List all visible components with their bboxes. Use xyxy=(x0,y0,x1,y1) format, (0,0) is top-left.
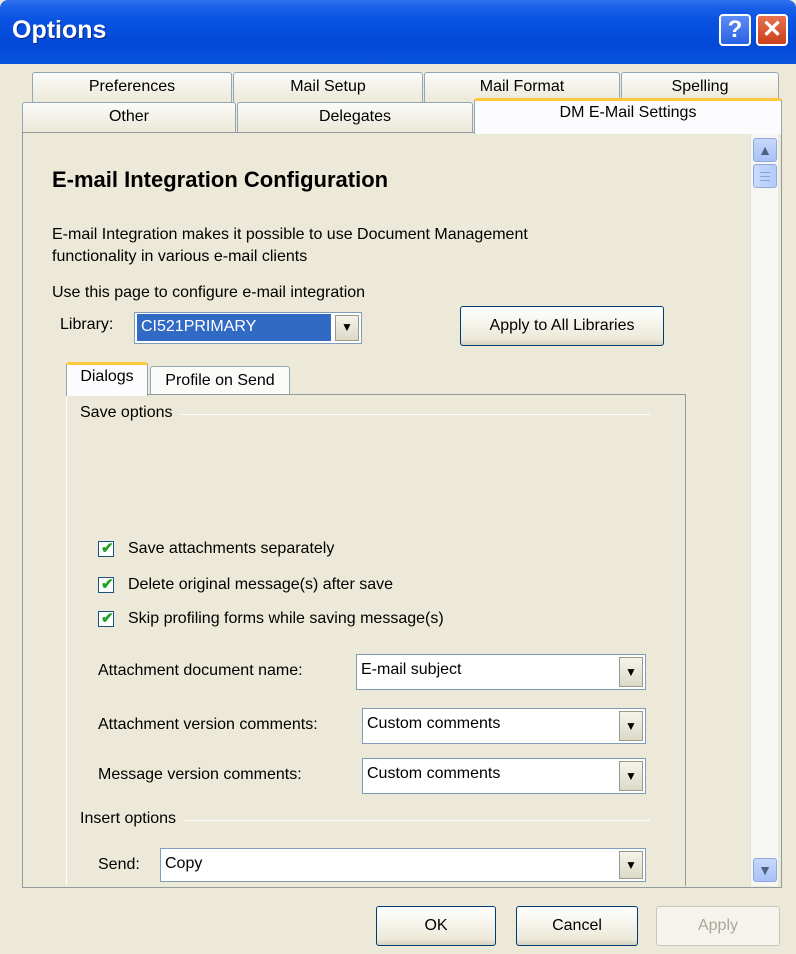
apply-to-all-libraries-button[interactable]: Apply to All Libraries xyxy=(460,306,664,346)
chevron-down-icon[interactable]: ▼ xyxy=(619,761,643,791)
close-button[interactable]: ✕ xyxy=(756,14,788,46)
window-title: Options xyxy=(12,16,107,44)
attachment-document-name-value: E-mail subject xyxy=(361,661,462,678)
attachment-document-name-label: Attachment document name: xyxy=(98,662,303,679)
ok-button[interactable]: OK xyxy=(376,906,496,946)
apply-button: Apply xyxy=(656,906,780,946)
scroll-thumb[interactable] xyxy=(753,164,777,188)
chevron-down-icon[interactable]: ▼ xyxy=(335,315,359,341)
library-value: CI521PRIMARY xyxy=(137,314,331,341)
attachment-version-comments-dropdown[interactable]: Custom comments ▼ xyxy=(362,708,646,744)
tab-delegates[interactable]: Delegates xyxy=(237,102,473,132)
instruction-text: Use this page to configure e-mail integr… xyxy=(52,284,366,301)
vertical-scrollbar[interactable]: ▲ ▼ xyxy=(750,134,778,886)
help-button[interactable]: ? xyxy=(719,14,751,46)
chevron-down-icon[interactable]: ▼ xyxy=(619,851,643,879)
tab-preferences[interactable]: Preferences xyxy=(32,72,232,102)
insert-options-label: Insert options xyxy=(80,810,185,828)
chevron-down-icon[interactable]: ▼ xyxy=(619,711,643,741)
send-label: Send: xyxy=(98,856,140,873)
checkbox[interactable]: ✔ xyxy=(98,576,114,593)
attachment-version-comments-value: Custom comments xyxy=(367,715,501,732)
check-icon: ✔ xyxy=(101,610,114,627)
attachment-document-name-dropdown[interactable]: E-mail subject ▼ xyxy=(356,654,646,690)
checkbox[interactable]: ✔ xyxy=(98,540,114,557)
tab-dm-email-settings[interactable]: DM E-Mail Settings xyxy=(474,98,782,134)
title-bar: Options ? ✕ xyxy=(0,0,796,64)
grip-icon xyxy=(760,172,770,181)
message-version-comments-label: Message version comments: xyxy=(98,766,302,783)
library-label: Library: xyxy=(60,316,114,333)
check-icon: ✔ xyxy=(101,540,114,557)
scroll-up-icon[interactable]: ▲ xyxy=(753,138,777,162)
description-line-1: E-mail Integration makes it possible to … xyxy=(52,226,528,243)
tab-mail-setup[interactable]: Mail Setup xyxy=(233,72,423,102)
save-options-label: Save options xyxy=(80,404,181,422)
tab-other[interactable]: Other xyxy=(22,102,236,132)
chevron-down-icon[interactable]: ▼ xyxy=(619,657,643,687)
checkbox-label: Skip profiling forms while saving messag… xyxy=(128,610,444,627)
scroll-down-icon[interactable]: ▼ xyxy=(753,858,777,882)
help-icon: ? xyxy=(727,16,743,43)
cancel-button[interactable]: Cancel xyxy=(516,906,638,946)
description-line-2: functionality in various e-mail clients xyxy=(52,248,308,265)
attachment-version-comments-label: Attachment version comments: xyxy=(98,716,318,733)
message-version-comments-dropdown[interactable]: Custom comments ▼ xyxy=(362,758,646,794)
checkbox[interactable]: ✔ xyxy=(98,610,114,627)
library-dropdown[interactable]: CI521PRIMARY ▼ xyxy=(134,312,362,344)
close-icon: ✕ xyxy=(761,16,783,43)
send-value: Copy xyxy=(165,855,203,872)
checkbox-label: Delete original message(s) after save xyxy=(128,576,394,593)
page-title: E-mail Integration Configuration xyxy=(52,167,389,192)
tab-dialogs[interactable]: Dialogs xyxy=(66,362,148,396)
message-version-comments-value: Custom comments xyxy=(367,765,501,782)
tab-profile-on-send[interactable]: Profile on Send xyxy=(150,366,290,396)
checkbox-label: Save attachments separately xyxy=(128,540,335,557)
check-icon: ✔ xyxy=(101,576,114,593)
send-dropdown[interactable]: Copy ▼ xyxy=(160,848,646,882)
